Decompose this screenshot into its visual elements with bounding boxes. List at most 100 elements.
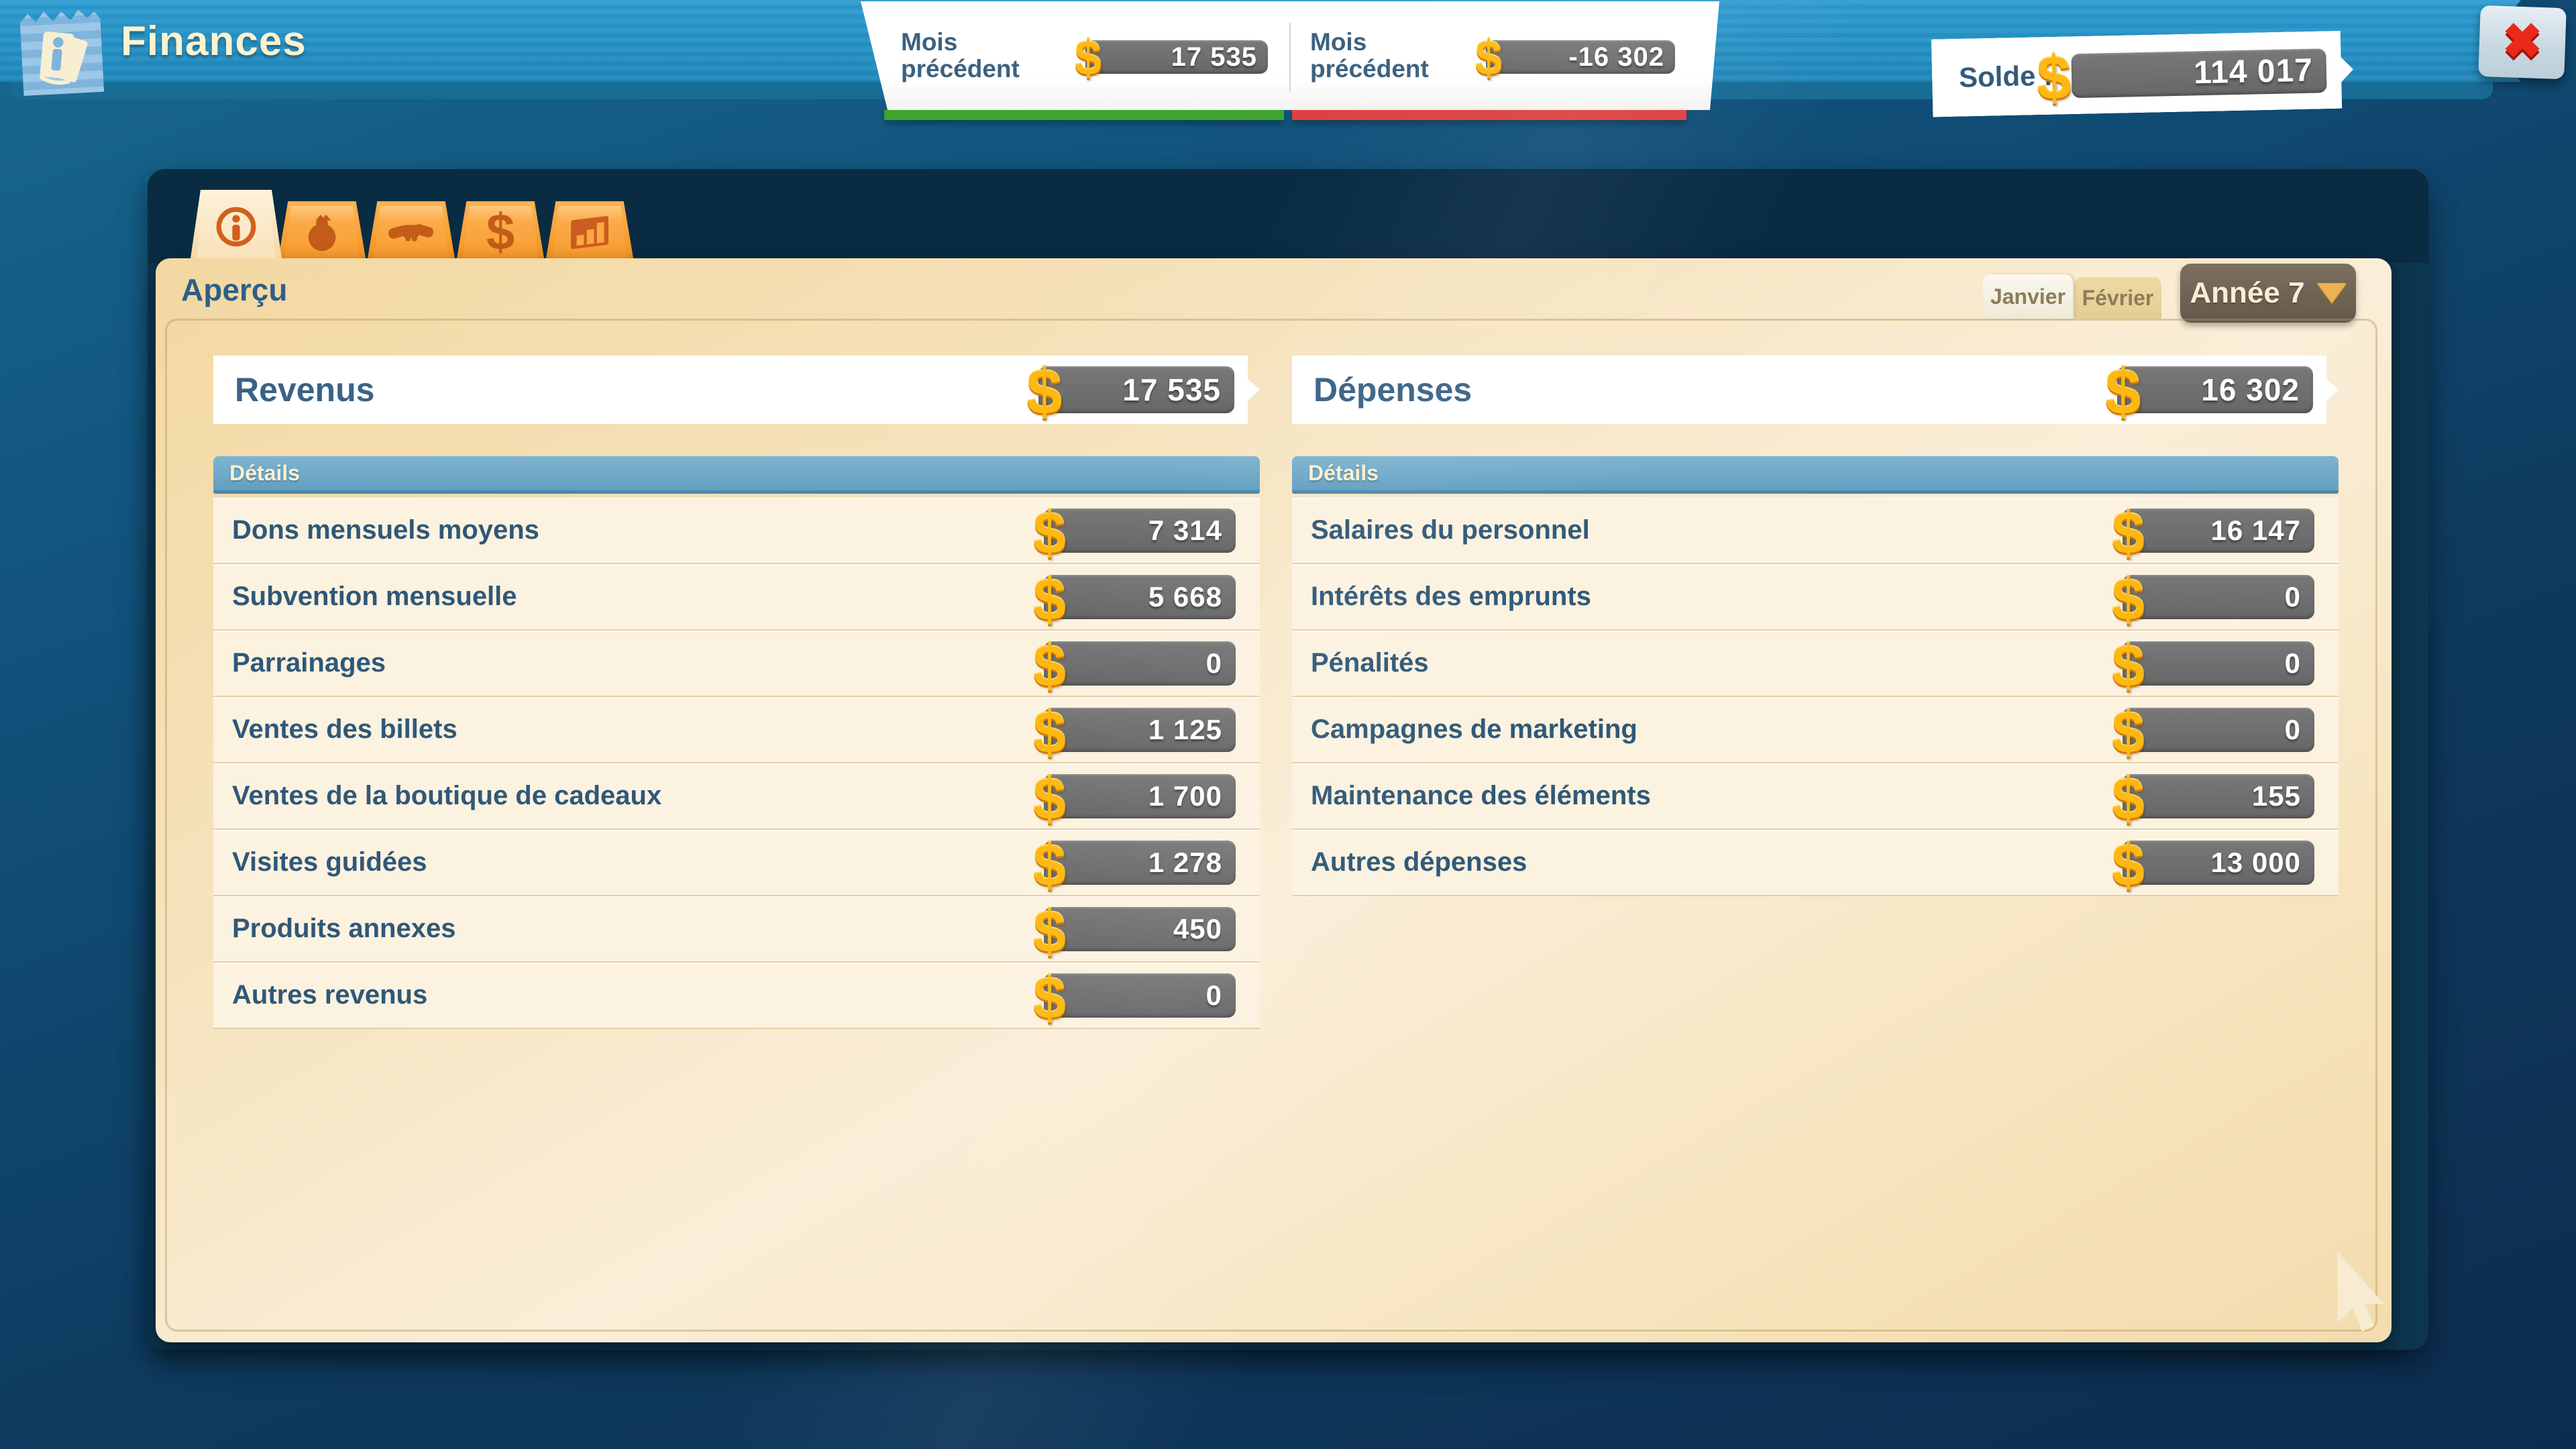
row-value: 1 278 (1044, 841, 1236, 885)
year-selector[interactable]: Année 7 (2180, 264, 2356, 323)
tab-contracts[interactable] (368, 201, 455, 258)
label-line1: Mois (901, 29, 1020, 56)
dollar-icon: $ (2112, 566, 2145, 634)
dollar-icon: $ (2112, 831, 2145, 900)
chevron-down-icon (2317, 283, 2347, 303)
panel-title: Aperçu (181, 272, 287, 308)
row-label: Maintenance des éléments (1311, 763, 1651, 828)
row-value: 0 (2123, 708, 2314, 752)
balance-value: 114 017 (2071, 48, 2326, 98)
tab-overview[interactable] (191, 190, 282, 258)
tab-donations[interactable] (278, 201, 366, 258)
dollar-icon: $ (2105, 356, 2141, 429)
row-value-pill: $ 7 314 (1044, 508, 1236, 553)
dollar-icon: $ (1075, 31, 1102, 86)
row-value-pill: $ 450 (1044, 907, 1236, 951)
label-line2: précédent (901, 56, 1020, 83)
expenses-total-pill: $ 16 302 (2117, 366, 2313, 413)
bar-chart-icon (552, 206, 627, 258)
table-row: Autres dépenses $ 13 000 (1292, 830, 2339, 896)
month-tab-fevrier[interactable]: Février (2074, 277, 2161, 319)
previous-month-income-pill: $ 17 535 (1085, 40, 1268, 74)
row-value: 450 (1044, 907, 1236, 951)
label-line1: Mois (1310, 29, 1429, 56)
row-label: Salaires du personnel (1311, 498, 1590, 563)
dollar-icon: $ (1033, 898, 1066, 966)
income-header: Revenus $ 17 535 (213, 356, 1260, 424)
month-tab-janvier[interactable]: Janvier (1983, 274, 2073, 319)
page-title: Finances (121, 17, 307, 65)
table-row: Ventes de la boutique de cadeaux $ 1 700 (213, 763, 1260, 830)
dollar-icon: $ (2112, 499, 2145, 568)
income-title: Revenus (235, 356, 374, 424)
row-value-pill: $ 5 668 (1044, 575, 1236, 619)
balance-banner: Solde : $ 114 017 (1931, 30, 2354, 117)
row-value: 1 700 (1044, 774, 1236, 818)
row-label: Intérêts des emprunts (1311, 564, 1591, 629)
row-label: Autres revenus (232, 963, 427, 1028)
handshake-icon (374, 206, 449, 258)
row-value-pill: $ 1 700 (1044, 774, 1236, 818)
expense-status-strip (1292, 110, 1686, 120)
row-value-pill: $ 0 (2123, 575, 2314, 619)
expenses-total-value: 16 302 (2117, 366, 2313, 413)
dollar-icon: $ (1033, 566, 1066, 634)
table-row: Dons mensuels moyens $ 7 314 (213, 498, 1260, 564)
dollar-icon: $ (1033, 765, 1066, 833)
dollar-icon: $ (2036, 43, 2072, 114)
money-bag-icon (284, 206, 360, 258)
expenses-rows: Salaires du personnel $ 16 147 Intérêts … (1292, 498, 2339, 896)
dollar-glyph: $ (486, 203, 515, 262)
expenses-details-bar: Détails (1292, 456, 2339, 494)
income-total-value: 17 535 (1038, 366, 1234, 413)
expenses-header: Dépenses $ 16 302 (1292, 356, 2339, 424)
row-label: Pénalités (1311, 631, 1429, 696)
dollar-icon: $ (1033, 964, 1066, 1032)
row-value: 0 (2123, 575, 2314, 619)
row-value-pill: $ 1 278 (1044, 841, 1236, 885)
income-section: Revenus $ 17 535 Détails Dons mensuels m… (213, 356, 1260, 424)
dollar-icon: $ (1475, 31, 1502, 86)
table-row: Produits annexes $ 450 (213, 896, 1260, 963)
overview-panel: Aperçu Janvier Février Année 7 Revenus $… (156, 258, 2392, 1342)
tab-money[interactable]: $ (457, 201, 544, 258)
row-value-pill: $ 16 147 (2123, 508, 2314, 553)
close-button[interactable]: ✖ (2478, 5, 2567, 79)
row-label: Dons mensuels moyens (232, 498, 539, 563)
row-label: Parrainages (232, 631, 386, 696)
table-row: Ventes des billets $ 1 125 (213, 697, 1260, 763)
dollar-icon: $ (1033, 499, 1066, 568)
previous-month-income-value: 17 535 (1085, 40, 1268, 74)
table-row: Autres revenus $ 0 (213, 963, 1260, 1029)
row-value: 0 (2123, 641, 2314, 686)
year-selector-label: Année 7 (2190, 276, 2304, 310)
finances-window-frame: $ Aperçu Janvier Février Année (148, 169, 2428, 1350)
table-row: Campagnes de marketing $ 0 (1292, 697, 2339, 763)
dollar-icon: $ (1026, 356, 1062, 429)
info-icon (197, 195, 276, 258)
previous-month-expense-value: -16 302 (1486, 40, 1675, 74)
row-value-pill: $ 0 (2123, 641, 2314, 686)
previous-month-expense-label: Mois précédent (1310, 29, 1429, 83)
expenses-title: Dépenses (1313, 356, 1472, 424)
expenses-section: Dépenses $ 16 302 Détails Salaires du pe… (1292, 356, 2339, 424)
finances-book-icon (19, 6, 105, 96)
row-value: 13 000 (2123, 841, 2314, 885)
tab-charts[interactable] (546, 201, 633, 258)
dollar-icon: $ (2112, 632, 2145, 700)
dollar-icon: $ (463, 206, 538, 258)
previous-month-banner: Mois précédent $ 17 535 Mois précédent $… (861, 1, 1719, 110)
row-value-pill: $ 155 (2123, 774, 2314, 818)
row-value-pill: $ 13 000 (2123, 841, 2314, 885)
label-line2: précédent (1310, 56, 1429, 83)
row-value-pill: $ 1 125 (1044, 708, 1236, 752)
income-total-pill: $ 17 535 (1038, 366, 1234, 413)
row-label: Produits annexes (232, 896, 455, 961)
dollar-icon: $ (1033, 831, 1066, 900)
dollar-icon: $ (2112, 698, 2145, 767)
dollar-icon: $ (1033, 632, 1066, 700)
income-details-bar: Détails (213, 456, 1260, 494)
row-value-pill: $ 0 (2123, 708, 2314, 752)
income-rows: Dons mensuels moyens $ 7 314 Subvention … (213, 498, 1260, 1029)
row-label: Visites guidées (232, 830, 427, 895)
